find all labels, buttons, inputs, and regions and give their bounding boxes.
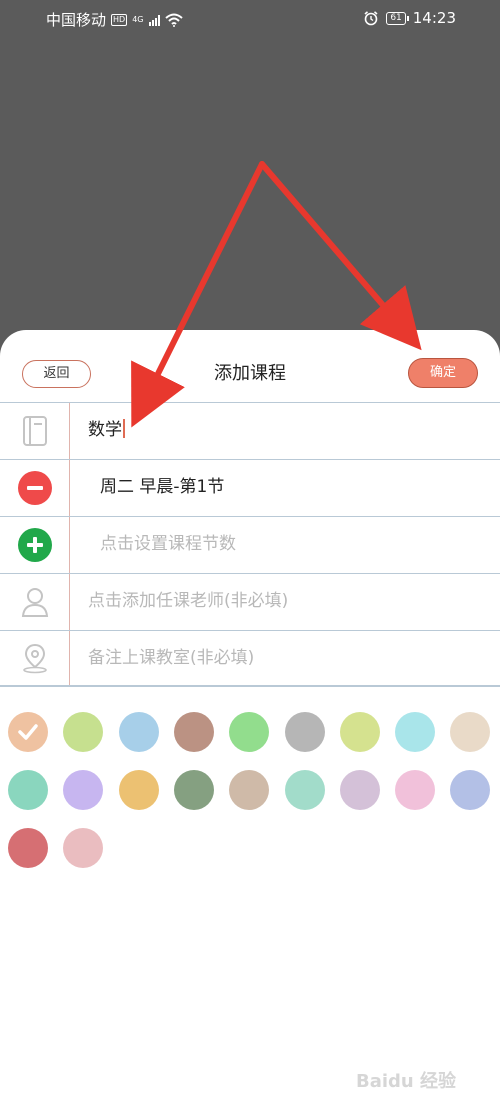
sheet-header: 返回 添加课程 确定 xyxy=(0,330,500,402)
color-swatch[interactable] xyxy=(284,770,325,810)
color-swatch[interactable] xyxy=(8,770,48,810)
add-course-sheet: 返回 添加课程 确定 数学 周二 早晨-第1节 点击设置课程节数 点击添加任课老… xyxy=(0,330,500,1111)
add-slot-icon[interactable] xyxy=(17,528,52,562)
classroom-row[interactable]: 备注上课教室(非必填) xyxy=(0,630,500,687)
signal-icon xyxy=(148,14,160,26)
teacher-input[interactable]: 点击添加任课老师(非必填) xyxy=(88,574,288,629)
color-swatch[interactable] xyxy=(173,712,214,752)
book-icon xyxy=(22,416,47,446)
hd-badge: HD xyxy=(111,13,128,26)
color-swatch[interactable] xyxy=(229,712,270,752)
arrow-to-confirm xyxy=(259,161,422,351)
add-slot-row[interactable]: 点击设置课程节数 xyxy=(0,516,500,573)
confirm-button[interactable]: 确定 xyxy=(408,358,478,388)
color-swatch[interactable] xyxy=(450,770,491,810)
network-type: 4G xyxy=(132,15,144,24)
remove-slot-icon[interactable] xyxy=(17,471,52,505)
time-slot-label[interactable]: 周二 早晨-第1节 xyxy=(100,460,224,515)
text-cursor xyxy=(123,419,125,438)
clock: 14:23 xyxy=(412,9,456,27)
color-swatch[interactable] xyxy=(8,828,48,868)
add-slot-placeholder[interactable]: 点击设置课程节数 xyxy=(100,517,236,572)
color-swatch[interactable] xyxy=(450,712,491,752)
course-name-value: 数学 xyxy=(88,420,122,440)
alarm-icon xyxy=(364,11,378,26)
color-swatch[interactable] xyxy=(63,770,104,810)
watermark-logo: Baidu 经验 xyxy=(355,1071,456,1092)
wifi-icon xyxy=(164,13,183,27)
check-icon xyxy=(18,724,38,740)
color-swatch[interactable] xyxy=(284,712,325,752)
location-pin-icon xyxy=(22,643,47,674)
carrier-label: 中国移动 xyxy=(46,11,107,29)
color-swatch[interactable] xyxy=(63,712,104,752)
time-slot-row[interactable]: 周二 早晨-第1节 xyxy=(0,459,500,516)
course-name-row[interactable]: 数学 xyxy=(0,402,500,459)
color-swatch[interactable] xyxy=(339,770,380,810)
teacher-row[interactable]: 点击添加任课老师(非必填) xyxy=(0,573,500,630)
battery-icon: 61 xyxy=(386,11,410,25)
person-icon xyxy=(21,588,48,617)
color-swatch[interactable] xyxy=(118,770,159,810)
color-swatch[interactable] xyxy=(339,712,380,752)
color-swatch[interactable] xyxy=(8,712,48,752)
classroom-input[interactable]: 备注上课教室(非必填) xyxy=(88,631,254,686)
course-name-input[interactable]: 数学 xyxy=(88,403,125,458)
status-bar: 中国移动 HD 4G 61 14:23 xyxy=(0,0,500,38)
color-swatch[interactable] xyxy=(229,770,270,810)
color-swatch[interactable] xyxy=(63,828,104,868)
course-form: 数学 周二 早晨-第1节 点击设置课程节数 点击添加任课老师(非必填) 备注上课… xyxy=(0,402,500,687)
color-swatch[interactable] xyxy=(395,712,436,752)
color-swatch[interactable] xyxy=(395,770,436,810)
color-swatch[interactable] xyxy=(118,712,159,752)
color-swatch[interactable] xyxy=(173,770,214,810)
